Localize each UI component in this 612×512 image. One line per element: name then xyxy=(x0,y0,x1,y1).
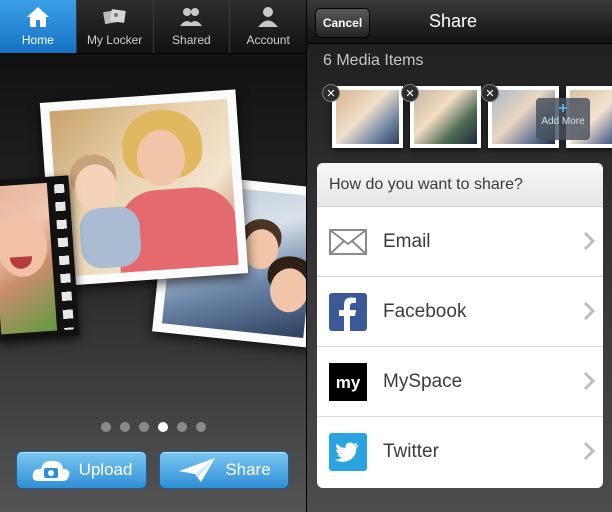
page-dot[interactable] xyxy=(157,422,168,432)
remove-media-icon[interactable]: ✕ xyxy=(322,84,340,102)
share-option-label: MySpace xyxy=(383,370,463,392)
share-button-label: Share xyxy=(225,460,271,479)
chevron-right-icon xyxy=(583,231,595,251)
upload-button-label: Upload xyxy=(78,460,133,479)
twitter-icon xyxy=(329,433,367,471)
tab-account[interactable]: Account xyxy=(230,0,306,53)
tab-shared-label: Shared xyxy=(172,33,211,47)
chevron-right-icon xyxy=(583,441,595,461)
email-icon xyxy=(329,228,367,255)
page-indicator[interactable] xyxy=(0,422,306,432)
media-thumbnail-strip[interactable]: ✕ ✕ ✕ + Add More xyxy=(307,84,612,150)
page-dot[interactable] xyxy=(100,422,111,432)
media-thumbnail[interactable] xyxy=(410,86,481,148)
share-option-label: Facebook xyxy=(383,300,467,322)
page-title: Share xyxy=(428,11,478,31)
page-dot[interactable] xyxy=(138,422,149,432)
share-option-facebook[interactable]: Facebook xyxy=(317,277,603,347)
remove-media-icon[interactable]: ✕ xyxy=(401,84,419,102)
paper-plane-icon xyxy=(179,458,216,482)
share-option-twitter[interactable]: Twitter xyxy=(317,417,603,487)
page-dot[interactable] xyxy=(176,422,187,432)
home-icon xyxy=(26,7,49,27)
share-option-email[interactable]: Email xyxy=(317,207,603,277)
chevron-right-icon xyxy=(583,371,595,391)
share-option-label: Twitter xyxy=(383,441,439,462)
share-options-heading: How do you want to share? xyxy=(317,163,603,207)
plus-icon: + xyxy=(558,100,568,117)
media-thumbnail[interactable] xyxy=(332,86,403,148)
share-option-label: Email xyxy=(383,230,431,252)
remove-media-icon[interactable]: ✕ xyxy=(481,84,499,102)
svg-text:my: my xyxy=(336,373,361,392)
page-dot[interactable] xyxy=(119,422,130,432)
tab-my-locker-label: My Locker xyxy=(86,33,143,47)
camera-cloud-icon xyxy=(32,460,69,481)
tab-bar: Home My Locker Shared Account xyxy=(0,0,306,54)
tab-home-label: Home xyxy=(21,33,54,47)
home-screen: Home My Locker Shared Account Upload Sha… xyxy=(0,0,306,512)
photos-icon xyxy=(102,9,126,25)
myspace-icon: my xyxy=(329,362,367,401)
add-more-button[interactable]: + Add More xyxy=(536,98,590,140)
filmstrip-photo-baby[interactable] xyxy=(0,175,80,341)
share-options-panel: How do you want to share? Email Facebook xyxy=(317,163,603,488)
chevron-right-icon xyxy=(583,301,595,321)
tab-home[interactable]: Home xyxy=(0,0,77,53)
share-button[interactable]: Share xyxy=(159,451,289,489)
upload-button[interactable]: Upload xyxy=(16,451,147,489)
media-count-label: 6 Media Items xyxy=(323,52,424,69)
tab-account-label: Account xyxy=(246,33,290,47)
nav-bar: Cancel Share xyxy=(307,0,612,44)
tab-shared[interactable]: Shared xyxy=(154,0,231,53)
share-screen: Cancel Share 6 Media Items ✕ ✕ ✕ + Add M… xyxy=(307,0,612,512)
facebook-icon xyxy=(329,292,367,331)
tab-my-locker[interactable]: My Locker xyxy=(77,0,154,53)
page-dot[interactable] xyxy=(195,422,206,432)
person-icon xyxy=(258,7,279,27)
add-more-label: Add More xyxy=(541,116,585,127)
share-option-myspace[interactable]: my MySpace xyxy=(317,347,603,417)
people-icon xyxy=(180,8,203,26)
